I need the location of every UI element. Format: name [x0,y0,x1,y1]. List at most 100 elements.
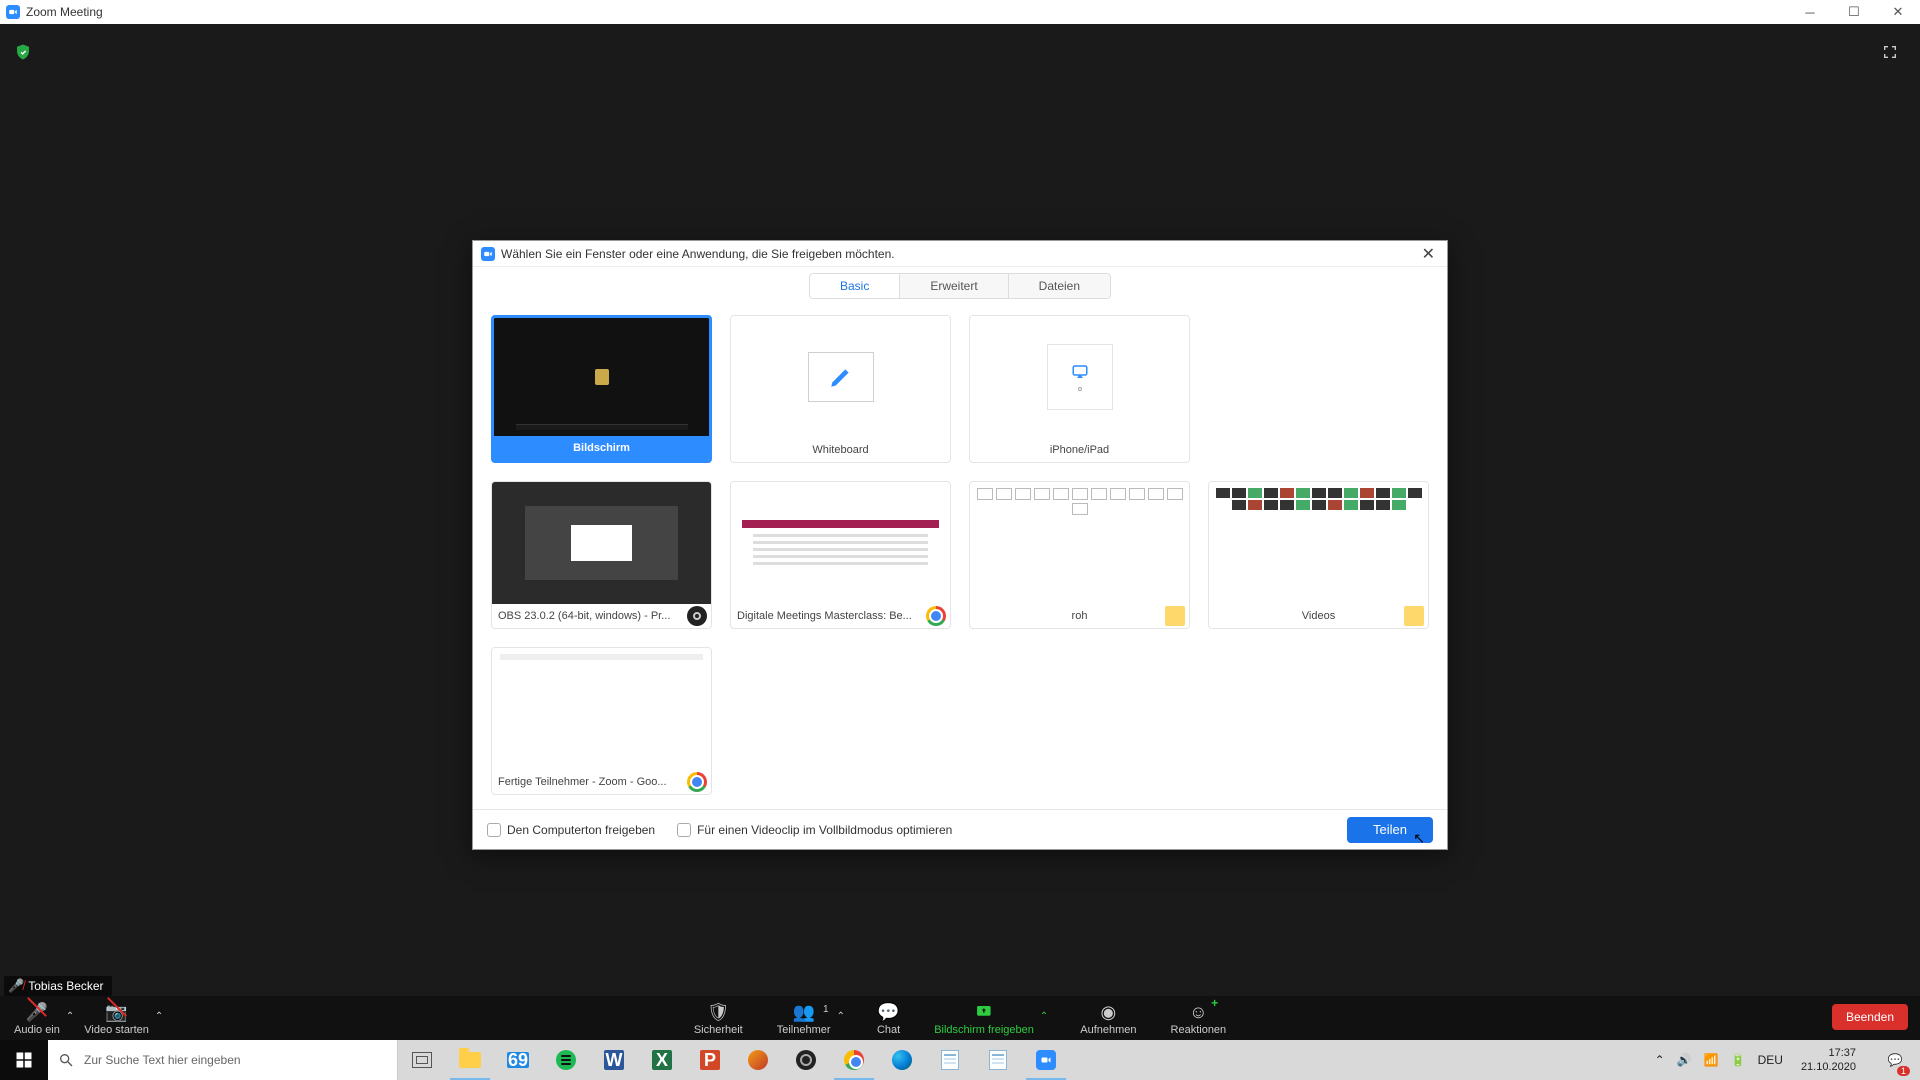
taskbar-app-chrome[interactable] [830,1040,878,1080]
taskbar-app-excel[interactable]: X [638,1040,686,1080]
share-option-folder-roh[interactable]: roh [969,481,1190,629]
notepad-icon [941,1050,959,1070]
task-view-button[interactable] [398,1040,446,1080]
chrome-app-icon [926,606,946,626]
encryption-shield-icon[interactable] [14,42,32,62]
participants-button[interactable]: 👥 1 Teilnehmer [771,1002,837,1040]
tab-files[interactable]: Dateien [1008,274,1110,298]
tray-battery-icon[interactable]: 🔋 [1731,1053,1746,1067]
taskbar-search[interactable]: Zur Suche Text hier eingeben [48,1040,398,1080]
taskbar-app-generic[interactable] [734,1040,782,1080]
window-maximize-button[interactable]: ☐ [1832,0,1876,24]
powerpoint-icon: P [700,1050,720,1070]
tray-overflow-chevron-icon[interactable]: ⌃ [1655,1053,1665,1067]
people-icon: 👥 [792,1002,814,1022]
reactions-icon: ☺ [1189,1002,1207,1022]
window-minimize-button[interactable]: ─ [1788,0,1832,24]
checkbox-icon [487,823,501,837]
thumbnail-webpage [731,482,950,604]
chat-icon: 💬 [877,1002,899,1022]
end-meeting-button[interactable]: Beenden [1832,1004,1908,1030]
video-menu-chevron-icon[interactable]: ⌃ [155,1011,167,1040]
share-option-obs[interactable]: OBS 23.0.2 (64-bit, windows) - Pr... [491,481,712,629]
taskbar-app-explorer[interactable] [446,1040,494,1080]
camera-icon: 📷 [105,1002,127,1022]
task-view-icon [412,1052,432,1068]
share-option-folder-videos[interactable]: Videos [1208,481,1429,629]
folder-icon [1404,606,1424,626]
security-button[interactable]: 🛡 Sicherheit [688,996,749,1040]
participants-menu-chevron-icon[interactable]: ⌃ [837,1011,849,1040]
search-placeholder: Zur Suche Text hier eingeben [84,1053,241,1067]
window-close-button[interactable]: ✕ [1876,0,1920,24]
optimize-video-label: Für einen Videoclip im Vollbildmodus opt… [697,823,952,837]
share-option-label: Fertige Teilnehmer - Zoom - Goo... [492,770,711,794]
share-dialog-title: Wählen Sie ein Fenster oder eine Anwendu… [501,247,895,261]
thumbnail-screen [494,318,709,436]
taskbar-app-notepad[interactable] [926,1040,974,1080]
share-option-iphone-ipad[interactable]: iPhone/iPad [969,315,1190,463]
start-button[interactable] [0,1040,48,1080]
share-option-label: OBS 23.0.2 (64-bit, windows) - Pr... [492,604,711,628]
chrome-app-icon [687,772,707,792]
audio-menu-chevron-icon[interactable]: ⌃ [66,1011,78,1040]
share-screen-button[interactable]: Bildschirm freigeben [928,1002,1040,1040]
obs-app-icon [687,606,707,626]
notification-icon: 💬 [1888,1053,1903,1067]
share-options-grid: Bildschirm Whiteboard iPhone/iPad [473,309,1447,809]
share-option-chrome-tab-1[interactable]: Digitale Meetings Masterclass: Be... [730,481,951,629]
tray-volume-icon[interactable]: 🔊 [1677,1053,1692,1067]
share-confirm-button[interactable]: Teilen [1347,817,1433,843]
notepad-icon [989,1050,1007,1070]
self-participant-label: 🎤̸ Tobias Becker [4,976,112,996]
mail-icon: 69 [507,1052,529,1068]
share-option-whiteboard[interactable]: Whiteboard [730,315,951,463]
obs-icon [796,1050,816,1070]
tray-clock[interactable]: 17:37 21.10.2020 [1795,1046,1862,1074]
share-option-screen[interactable]: Bildschirm [491,315,712,463]
tray-wifi-icon[interactable]: 📶 [1704,1053,1719,1067]
share-audio-checkbox[interactable]: Den Computerton freigeben [487,823,655,837]
windows-taskbar: Zur Suche Text hier eingeben 69 W X P ⌃ … [0,1040,1920,1080]
record-icon: ◉ [1101,1002,1117,1022]
microphone-icon: 🎤 [26,1002,48,1022]
taskbar-app-obs[interactable] [782,1040,830,1080]
thumbnail-obs [492,482,711,604]
record-button[interactable]: ◉ Aufnehmen [1074,996,1142,1040]
taskbar-app-zoom[interactable] [1022,1040,1070,1080]
fullscreen-icon[interactable] [1882,44,1898,60]
tray-language-indicator[interactable]: DEU [1758,1053,1783,1067]
taskbar-app-edge[interactable] [878,1040,926,1080]
taskbar-app-spotify[interactable] [542,1040,590,1080]
share-option-label: roh [970,604,1189,628]
video-toggle-button[interactable]: 📷 Video starten [78,996,155,1040]
thumbnail-folder [1209,482,1428,604]
taskbar-app-powerpoint[interactable]: P [686,1040,734,1080]
taskbar-app-mail[interactable]: 69 [494,1040,542,1080]
shield-icon: 🛡 [707,1002,730,1022]
tab-basic[interactable]: Basic [810,274,899,298]
participants-count: 1 [823,1004,829,1015]
taskbar-app-word[interactable]: W [590,1040,638,1080]
zoom-icon [1036,1050,1056,1070]
share-screen-icon [974,1002,994,1022]
share-dialog-close-button[interactable]: ✕ [1418,244,1439,264]
share-dialog-footer: Den Computerton freigeben Für einen Vide… [473,809,1447,849]
share-option-chrome-tab-2[interactable]: Fertige Teilnehmer - Zoom - Goo... [491,647,712,795]
tray-notifications-button[interactable]: 💬 1 [1874,1040,1916,1080]
chrome-icon [844,1050,864,1070]
share-dialog-tabs: Basic Erweitert Dateien [473,267,1447,309]
tray-time: 17:37 [1801,1046,1856,1060]
audio-toggle-button[interactable]: 🎤 Audio ein [8,996,66,1040]
optimize-video-checkbox[interactable]: Für einen Videoclip im Vollbildmodus opt… [677,823,952,837]
share-menu-chevron-icon[interactable]: ⌃ [1040,1011,1052,1040]
share-option-label: Whiteboard [731,438,950,462]
reactions-button[interactable]: ☺ + Reaktionen [1165,996,1233,1040]
thumbnail-folder [970,482,1189,604]
zoom-app-icon [6,5,20,19]
folder-icon [1165,606,1185,626]
taskbar-app-notepad-2[interactable] [974,1040,1022,1080]
chat-button[interactable]: 💬 Chat [871,996,906,1040]
tab-advanced[interactable]: Erweitert [899,274,1007,298]
word-icon: W [604,1050,624,1070]
